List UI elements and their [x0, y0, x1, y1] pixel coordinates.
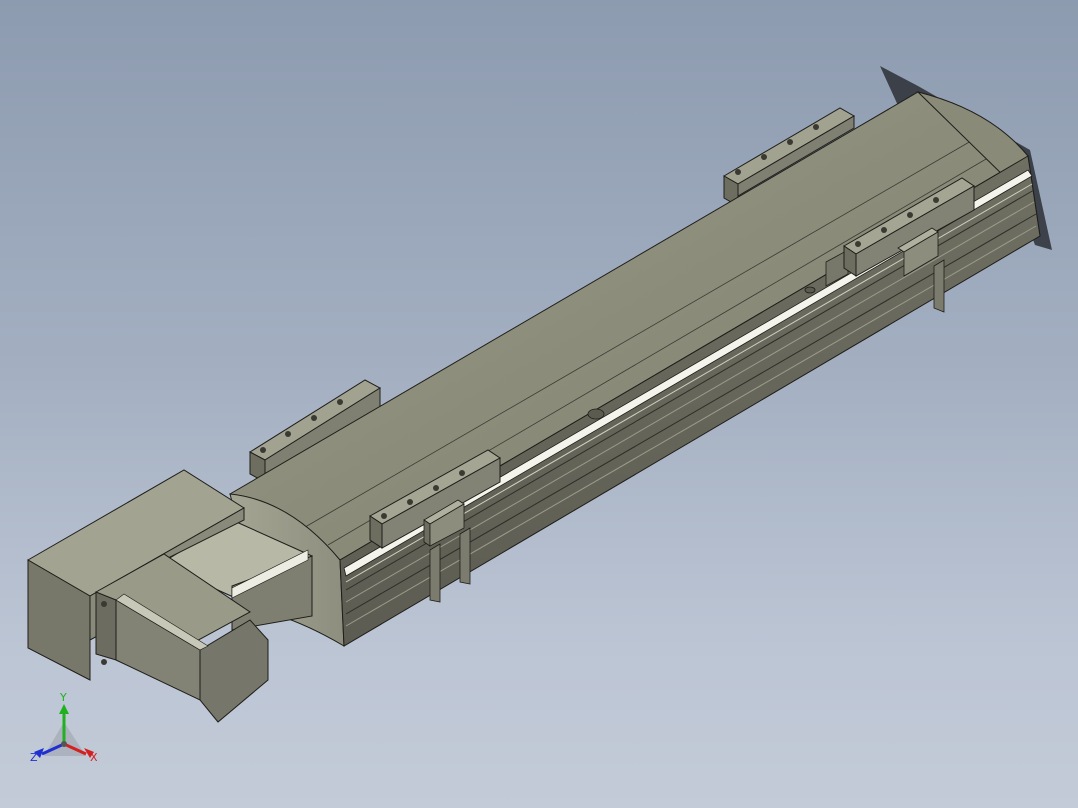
- z-axis-label: Z: [30, 751, 38, 764]
- y-axis-label: Y: [60, 691, 67, 704]
- linear-actuator-model[interactable]: [0, 0, 1078, 808]
- actuator-body: [229, 91, 1041, 647]
- y-axis-arrow: [59, 704, 69, 714]
- x-axis-label: X: [90, 751, 98, 764]
- graphics-viewport[interactable]: Y X Z: [0, 0, 1078, 808]
- coordinate-triad: Y X Z: [24, 692, 110, 772]
